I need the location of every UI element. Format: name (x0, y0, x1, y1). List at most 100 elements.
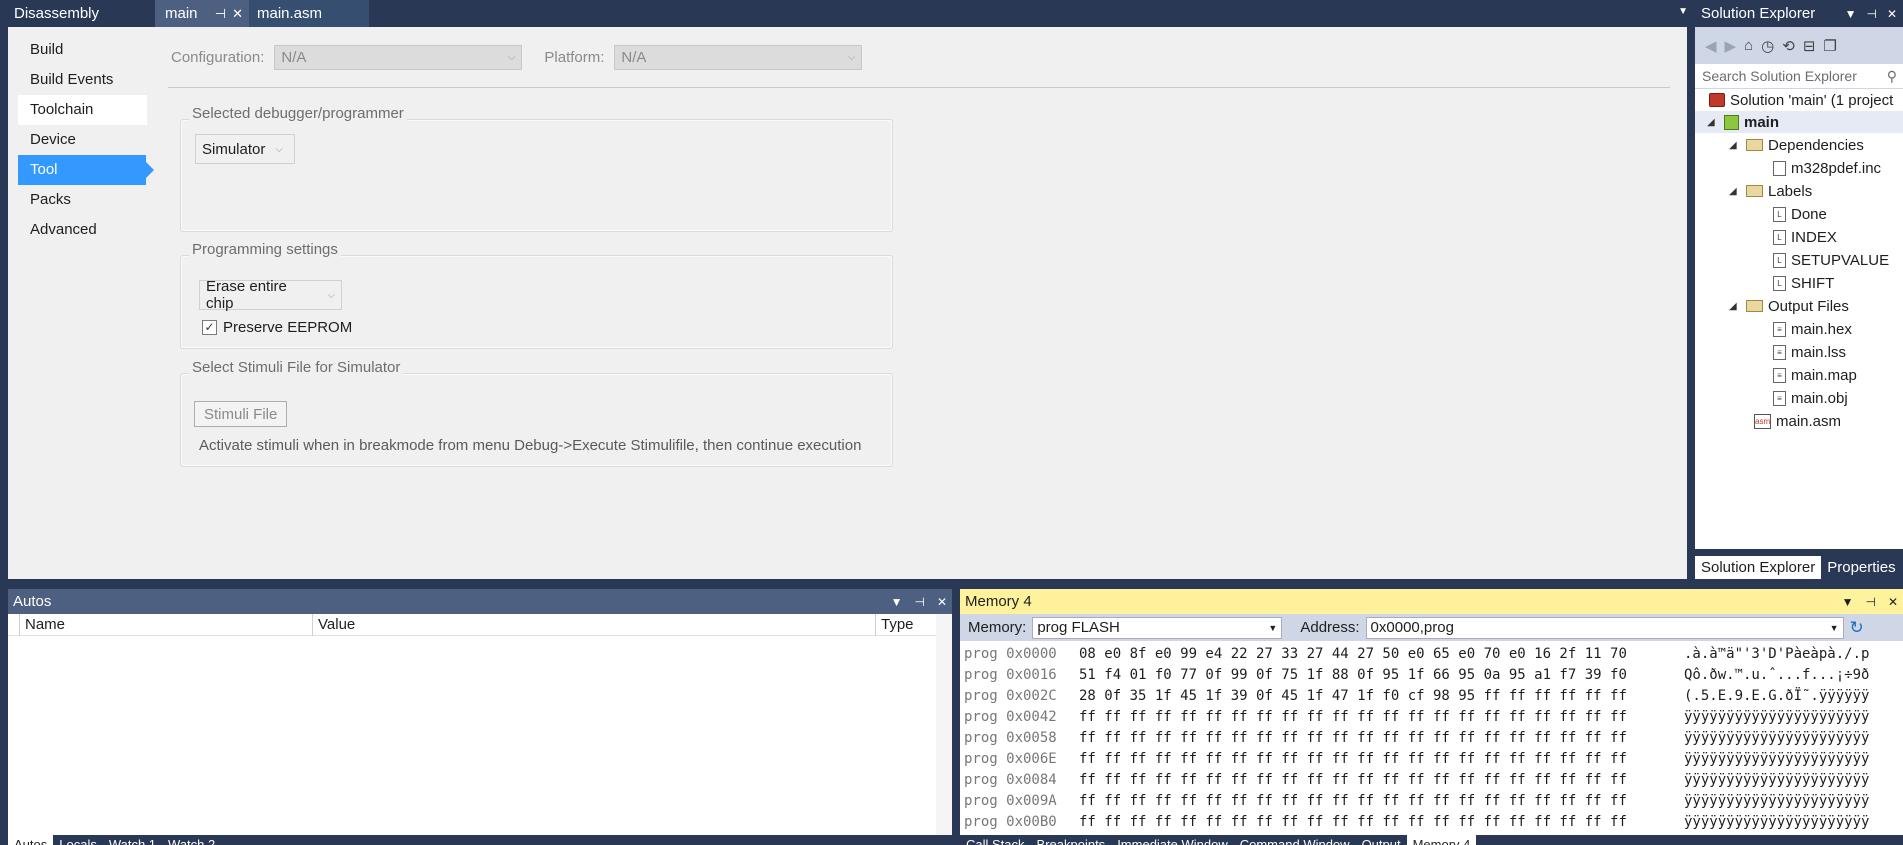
memory-hex-bytes: ff ff ff ff ff ff ff ff ff ff ff ff ff f… (1079, 729, 1627, 746)
nav-packs[interactable]: Packs (18, 185, 146, 215)
refresh-icon[interactable]: ↻ (1850, 618, 1864, 638)
dropdown-icon[interactable]: ▼ (891, 595, 903, 609)
tree-output-item[interactable]: ≡ main.hex (1773, 318, 1852, 340)
tab-overflow-icon[interactable]: ▼ (1678, 6, 1688, 17)
tree-label: Dependencies (1768, 136, 1864, 154)
collapse-all-icon[interactable]: ⊟ (1803, 37, 1816, 55)
history-icon[interactable]: ◷ (1761, 37, 1774, 55)
home-icon[interactable]: ⌂ (1744, 37, 1753, 54)
tree-label: main.obj (1791, 389, 1848, 407)
tab-watch-2[interactable]: Watch 2 (162, 835, 221, 845)
tab-solution-explorer[interactable]: Solution Explorer (1695, 556, 1822, 579)
preserve-eeprom-checkbox[interactable]: ✓ (202, 320, 217, 335)
close-icon[interactable]: ✕ (937, 595, 947, 609)
file-icon: ≡ (1773, 390, 1786, 406)
debugger-value: Simulator (202, 140, 266, 158)
nav-tool[interactable]: Tool (18, 155, 154, 185)
label-icon: L (1773, 206, 1786, 222)
search-icon[interactable]: ⚲ (1887, 68, 1897, 85)
column-name[interactable]: Name (19, 613, 312, 636)
tab-main-asm[interactable]: main.asm (249, 0, 369, 27)
tree-output-files[interactable]: ◢ Output Files (1729, 295, 1849, 317)
expanded-icon[interactable]: ◢ (1707, 117, 1719, 128)
pin-icon[interactable]: ⊣ (215, 6, 226, 22)
dropdown-icon[interactable]: ▼ (1842, 595, 1854, 609)
stimuli-file-button[interactable]: Stimuli File (194, 401, 288, 427)
tree-dep-file[interactable]: m328pdef.inc (1773, 157, 1881, 179)
nav-build[interactable]: Build (18, 35, 146, 65)
memory-row: prog 0x0016 51 f4 01 f0 77 0f 99 0f 75 1f… (964, 664, 1903, 685)
solution-icon (1709, 93, 1725, 107)
tab-immediate-window[interactable]: Immediate Window (1111, 835, 1234, 845)
label-icon: L (1773, 229, 1786, 245)
tab-call-stack[interactable]: Call Stack (960, 835, 1031, 845)
tree-asm-file[interactable]: asm main.asm (1754, 410, 1841, 432)
autos-panel: Autos ▼ ⊣ ✕ Name Value Type (8, 589, 952, 835)
close-icon[interactable]: ✕ (1888, 595, 1898, 609)
tree-solution[interactable]: Solution 'main' (1 project (1709, 89, 1893, 111)
memory-address: prog 0x0042 (964, 708, 1057, 725)
tab-main[interactable]: main ⊣ ✕ (155, 0, 249, 27)
tree-label-item[interactable]: L Done (1773, 203, 1827, 225)
erase-select[interactable]: Erase entire chip ⌵ (199, 278, 342, 312)
folder-icon (1746, 139, 1763, 151)
tab-properties[interactable]: Properties (1821, 556, 1901, 579)
tab-breakpoints[interactable]: Breakpoints (1031, 835, 1112, 845)
close-icon[interactable]: ✕ (232, 6, 243, 22)
preserve-eeprom-row[interactable]: ✓ Preserve EEPROM (202, 319, 352, 336)
tree-output-item[interactable]: ≡ main.map (1773, 364, 1857, 386)
search-input[interactable]: Search Solution Explorer (1702, 68, 1857, 84)
forward-icon[interactable]: ▶ (1725, 37, 1737, 55)
tab-locals[interactable]: Locals (53, 835, 103, 845)
tree-output-item[interactable]: ≡ main.lss (1773, 341, 1846, 363)
pin-icon[interactable]: ⊣ (1865, 595, 1875, 609)
tree-project[interactable]: ◢ main (1695, 111, 1903, 133)
chevron-down-icon: ⌵ (327, 289, 335, 301)
debugger-select[interactable]: Simulator ⌵ (195, 134, 295, 164)
dropdown-icon[interactable]: ▼ (1845, 7, 1857, 21)
autos-scrollbar[interactable] (936, 614, 952, 835)
address-label: Address: (1300, 619, 1360, 636)
tree-label: Output Files (1768, 297, 1849, 315)
show-all-files-icon[interactable]: ❐ (1823, 37, 1836, 55)
debugger-group-title: Selected debugger/programmer (189, 105, 407, 122)
pin-icon[interactable]: ⊣ (914, 595, 924, 609)
tab-autos[interactable]: Autos (8, 835, 54, 845)
solution-explorer-tabs: Solution Explorer Properties (1695, 556, 1903, 579)
platform-select[interactable]: N/A ⌵ (614, 45, 863, 70)
column-value[interactable]: Value (312, 613, 875, 636)
tab-disassembly[interactable]: Disassembly (0, 0, 155, 27)
expanded-icon[interactable]: ◢ (1729, 186, 1741, 197)
divider (168, 87, 1670, 88)
memory-title: Memory 4 (965, 593, 1032, 610)
memory-panel: Memory 4 ▼ ⊣ ✕ Memory: prog FLASH ▼ Addr… (960, 589, 1903, 835)
nav-toolchain[interactable]: Toolchain (18, 95, 147, 125)
tree-label-item[interactable]: L SHIFT (1773, 272, 1834, 294)
nav-build-events[interactable]: Build Events (18, 65, 146, 95)
nav-device[interactable]: Device (18, 125, 146, 155)
tab-memory-4[interactable]: Memory 4 (1406, 835, 1477, 845)
tree-label-item[interactable]: L INDEX (1773, 226, 1837, 248)
memory-type-select[interactable]: prog FLASH ▼ (1032, 616, 1283, 639)
tree-dependencies[interactable]: ◢ Dependencies (1729, 134, 1864, 156)
tab-watch-1[interactable]: Watch 1 (103, 835, 162, 845)
configuration-select[interactable]: N/A ⌵ (274, 45, 523, 70)
tree-output-item[interactable]: ≡ main.obj (1773, 387, 1848, 409)
tab-output[interactable]: Output (1356, 835, 1407, 845)
tree-label: main.map (1791, 366, 1857, 384)
tree-labels[interactable]: ◢ Labels (1729, 180, 1812, 202)
expanded-icon[interactable]: ◢ (1729, 301, 1741, 312)
sync-icon[interactable]: ⟲ (1782, 37, 1795, 55)
column-type[interactable]: Type (875, 613, 935, 636)
nav-advanced[interactable]: Advanced (18, 215, 146, 245)
memory-hex-bytes: ff ff ff ff ff ff ff ff ff ff ff ff ff f… (1079, 708, 1627, 725)
memory-type-value: prog FLASH (1037, 619, 1120, 636)
pin-icon[interactable]: ⊣ (1866, 7, 1876, 21)
address-input[interactable]: 0x0000,prog ▼ (1365, 616, 1844, 639)
back-icon[interactable]: ◀ (1705, 37, 1717, 55)
solution-explorer-search[interactable]: Search Solution Explorer ⚲ (1695, 64, 1903, 89)
tree-label-item[interactable]: L SETUPVALUE (1773, 249, 1889, 271)
expanded-icon[interactable]: ◢ (1729, 140, 1741, 151)
close-icon[interactable]: ✕ (1887, 7, 1897, 21)
tab-command-window[interactable]: Command Window (1234, 835, 1356, 845)
